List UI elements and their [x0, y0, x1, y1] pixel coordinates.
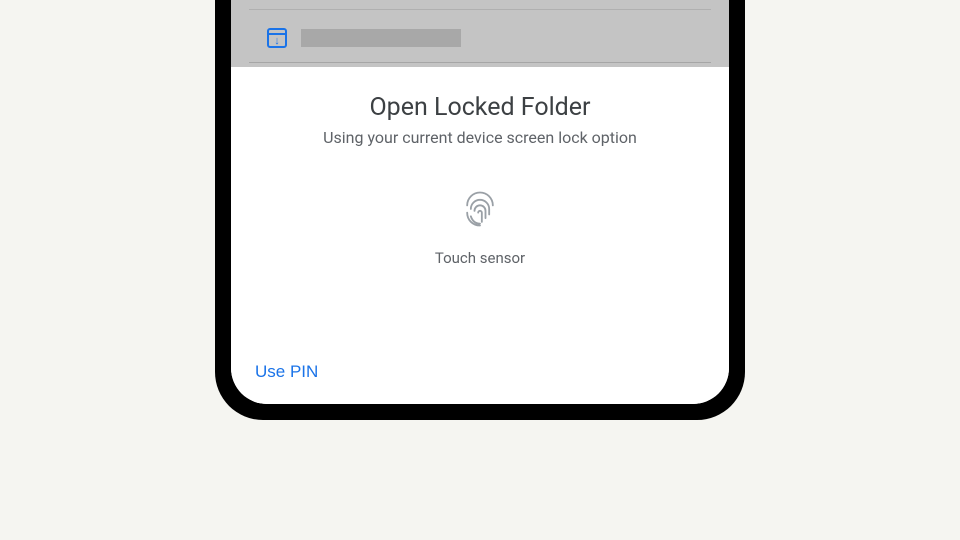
archive-box-icon [267, 28, 287, 48]
dialog-subtitle: Using your current device screen lock op… [255, 128, 705, 147]
list-row [249, 18, 711, 63]
redacted-text-placeholder [301, 29, 461, 47]
use-pin-button[interactable]: Use PIN [255, 362, 318, 382]
phone-screen: Open Locked Folder Using your current de… [231, 0, 729, 404]
list-row-placeholder [249, 0, 711, 10]
fingerprint-sensor-area[interactable]: Touch sensor [255, 187, 705, 384]
background-dimmed-content [231, 0, 729, 67]
phone-frame: Open Locked Folder Using your current de… [215, 0, 745, 420]
unlock-dialog: Open Locked Folder Using your current de… [231, 67, 729, 404]
fingerprint-icon [458, 187, 502, 235]
dialog-title: Open Locked Folder [255, 93, 705, 122]
touch-sensor-label: Touch sensor [435, 249, 525, 267]
